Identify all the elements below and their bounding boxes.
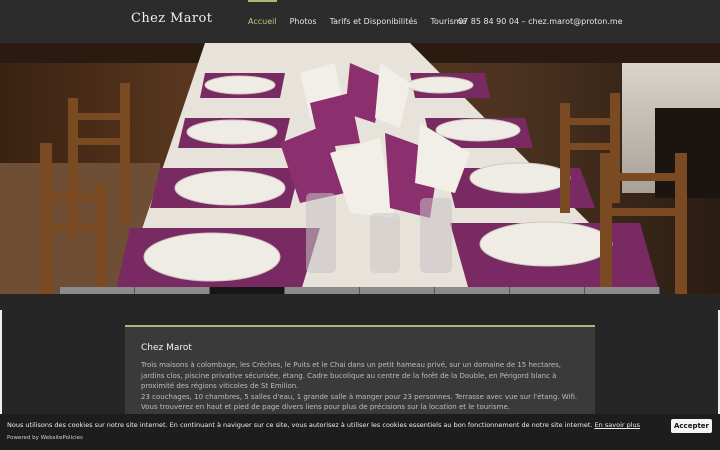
intro-title: Chez Marot xyxy=(141,343,192,353)
slide-3-button[interactable] xyxy=(210,287,285,294)
intro-paragraph-2: 23 couchages, 10 chambres, 5 salles d'ea… xyxy=(141,392,578,401)
main-nav: Accueil Photos Tarifs et Disponibilités … xyxy=(248,0,479,43)
contact-info[interactable]: 07 85 84 90 04 – chez.marot@proton.me xyxy=(458,17,623,26)
slide-8-button[interactable] xyxy=(585,287,660,294)
slide-4-button[interactable] xyxy=(285,287,360,294)
slide-1-button[interactable] xyxy=(60,287,135,294)
nav-photos[interactable]: Photos xyxy=(290,0,317,43)
accept-cookies-button[interactable]: Accepter xyxy=(671,419,712,433)
left-divider xyxy=(0,310,2,414)
powered-by[interactable]: Powered by WebsitePolicies xyxy=(7,435,83,441)
slide-6-button[interactable] xyxy=(435,287,510,294)
nav-tarifs[interactable]: Tarifs et Disponibilités xyxy=(330,0,418,43)
site-header: Chez Marot Accueil Photos Tarifs et Disp… xyxy=(0,0,720,44)
slider-pagination xyxy=(60,287,660,294)
slide-7-button[interactable] xyxy=(510,287,585,294)
slide-2-button[interactable] xyxy=(135,287,210,294)
cookie-message: Nous utilisons des cookies sur notre sit… xyxy=(7,421,640,429)
intro-paragraph-3: Vous trouverez en haut et pied de page d… xyxy=(141,403,510,411)
nav-accueil[interactable]: Accueil xyxy=(248,0,277,43)
dining-table-photo xyxy=(0,43,720,294)
cookie-text: Nous utilisons des cookies sur notre sit… xyxy=(7,421,593,429)
slide-5-button[interactable] xyxy=(360,287,435,294)
intro-text: Trois maisons à colombage, les Crèches, … xyxy=(141,360,581,413)
hero-photo xyxy=(0,43,720,294)
intro-card: Chez Marot Trois maisons à colombage, le… xyxy=(125,325,595,427)
cookie-banner: Nous utilisons des cookies sur notre sit… xyxy=(0,414,720,450)
site-logo[interactable]: Chez Marot xyxy=(131,11,212,26)
learn-more-link[interactable]: En savoir plus xyxy=(595,421,640,429)
intro-paragraph-1: Trois maisons à colombage, les Crèches, … xyxy=(141,361,562,390)
